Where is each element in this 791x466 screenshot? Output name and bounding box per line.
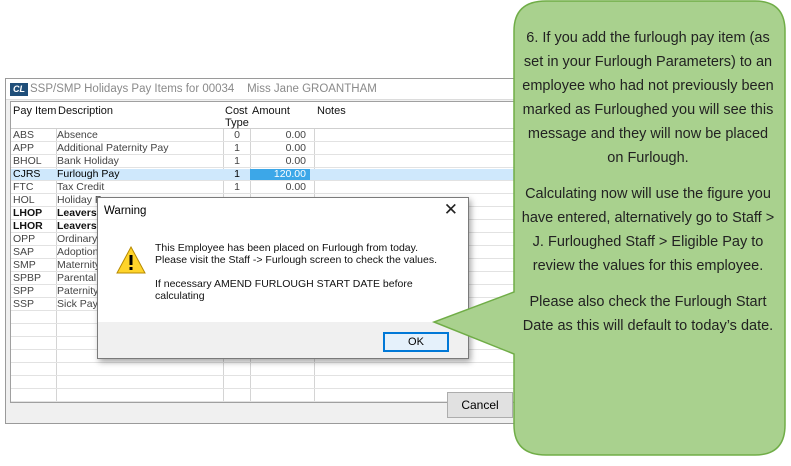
- callout-paragraph-3: Please also check the Furlough Start Dat…: [522, 294, 774, 334]
- callout-paragraph-2: Calculating now will use the figure you …: [521, 186, 775, 274]
- callout-text: 6. If you add the furlough pay item (as …: [520, 26, 776, 350]
- callout-paragraph-1: 6. If you add the furlough pay item (as …: [522, 30, 774, 166]
